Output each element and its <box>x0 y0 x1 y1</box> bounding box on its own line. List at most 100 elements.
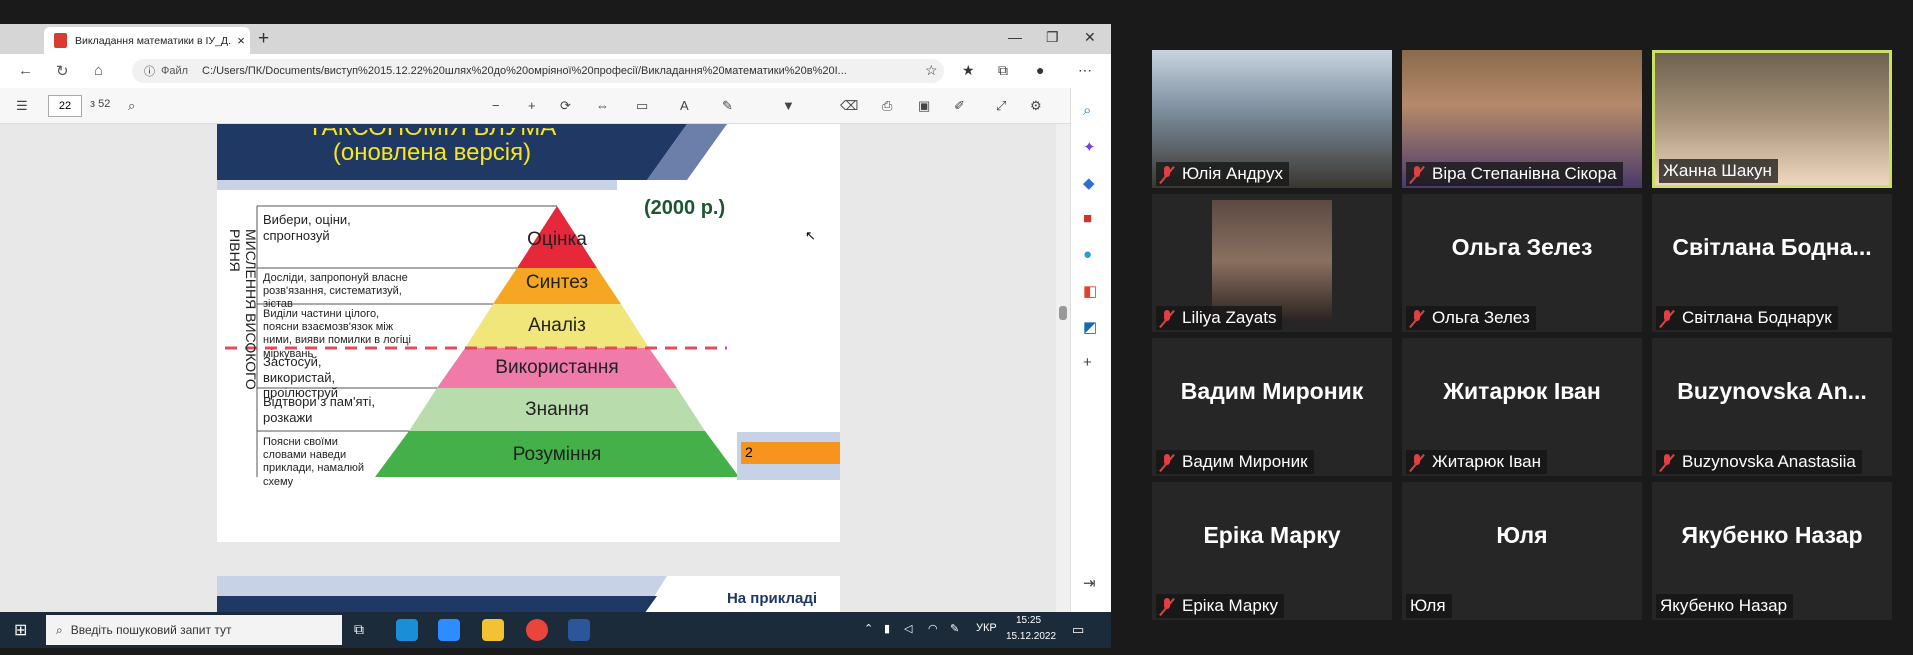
participant-tile[interactable]: Житарюк Іван Житарюк Іван <box>1402 338 1642 476</box>
home-icon[interactable]: ⌂ <box>94 62 103 79</box>
maximize-button[interactable]: ❐ <box>1046 29 1059 46</box>
participant-name-label: Юля <box>1406 594 1452 618</box>
page-number-input[interactable]: 22 <box>48 95 82 117</box>
tools-icon[interactable]: ■ <box>1083 210 1092 227</box>
participant-name-label: Вадим Мироник <box>1156 450 1314 474</box>
scrollbar[interactable] <box>1056 124 1070 624</box>
clock-date[interactable]: 15.12.2022 <box>1006 631 1056 642</box>
taskbar-search[interactable]: ⌕ Введіть пошуковий запит тут <box>46 615 342 645</box>
close-window-button[interactable]: ✕ <box>1084 29 1096 46</box>
muted-mic-icon <box>1410 309 1424 327</box>
close-tab-icon[interactable]: × <box>232 33 250 48</box>
back-icon[interactable]: ← <box>18 62 33 79</box>
pyramid-level-label: Синтез <box>525 272 589 293</box>
pyramid-level-label: Аналіз <box>528 315 586 336</box>
windows-start-icon[interactable]: ⊞ <box>14 620 27 640</box>
edge-app-icon[interactable] <box>396 619 418 641</box>
task-view-icon[interactable]: ⧉ <box>354 621 364 638</box>
participant-tile[interactable]: Світлана Бодна... Світлана Боднарук <box>1652 194 1892 332</box>
participant-name-label: Віра Степанівна Сікора <box>1406 162 1623 186</box>
search-sidebar-icon[interactable]: ⌕ <box>1083 102 1091 119</box>
network-icon[interactable]: ◠ <box>928 622 938 635</box>
highlight-icon[interactable]: ▼ <box>782 98 795 113</box>
draw-icon[interactable]: ✎ <box>722 98 733 114</box>
zoom-out-icon[interactable]: − <box>492 98 500 113</box>
save-as-icon[interactable]: ✐ <box>954 98 965 114</box>
participant-tile[interactable]: Вадим Мироник Вадим Мироник <box>1152 338 1392 476</box>
participant-tile[interactable]: Еріка Марку Еріка Марку <box>1152 482 1392 620</box>
participant-display-name: Еріка Марку <box>1203 522 1341 548</box>
favorites-icon[interactable]: ★ <box>962 62 975 79</box>
add-icon[interactable]: + <box>1083 354 1092 371</box>
zoom-app-icon[interactable] <box>438 619 460 641</box>
minimize-button[interactable]: — <box>1008 29 1022 45</box>
participant-name: Житарюк Іван <box>1432 452 1542 471</box>
page-count: з 52 <box>90 98 111 110</box>
muted-mic-icon <box>1160 453 1174 471</box>
save-icon[interactable]: ▣ <box>918 98 930 114</box>
refresh-icon[interactable]: ↻ <box>56 62 69 80</box>
print-icon[interactable]: ⎙ <box>882 98 892 114</box>
word-app-icon[interactable] <box>568 619 590 641</box>
participant-tile[interactable]: Юля Юля <box>1402 482 1642 620</box>
contents-icon[interactable]: ☰ <box>16 98 28 114</box>
scroll-thumb[interactable] <box>1059 306 1067 320</box>
participant-name-label: Buzynovska Anastasiia <box>1656 450 1862 474</box>
clock-time[interactable]: 15:25 <box>1016 615 1041 626</box>
new-tab-button[interactable]: + <box>258 28 269 50</box>
pyramid-level-desc: Досліди, запропонуй власне розв'язання, … <box>263 272 408 311</box>
participant-display-name: Світлана Бодна... <box>1672 234 1872 260</box>
participant-display-name: Buzynovska An... <box>1677 378 1867 404</box>
fit-icon[interactable]: ⇔ <box>596 98 609 113</box>
speaker-icon[interactable]: ◁ <box>904 622 912 635</box>
participant-name-label: Ольга Зелез <box>1406 306 1536 330</box>
page-view-icon[interactable]: ▭ <box>636 98 648 114</box>
pen-icon[interactable]: ✎ <box>950 622 959 635</box>
participant-name-label: Жанна Шакун <box>1659 159 1778 183</box>
language-indicator[interactable]: УКР <box>976 622 997 634</box>
browser-tab[interactable]: Викладання математики в ІУ_Д... × <box>44 27 250 54</box>
mic-tray-icon[interactable]: ▮ <box>884 622 890 635</box>
participant-name: Юлія Андрух <box>1182 164 1283 183</box>
pyramid-level-desc: Вибери, оціни, спрогнозуй <box>263 212 351 243</box>
slide-title: ТАКСОНОМІЯ БЛУМА(оновлена версія) <box>308 128 556 166</box>
participant-tile[interactable]: Жанна Шакун <box>1652 50 1892 188</box>
slide-year: (2000 р.) <box>644 197 726 219</box>
settings-icon[interactable]: ⚙ <box>1030 98 1042 114</box>
participant-tile[interactable]: Віра Степанівна Сікора <box>1402 50 1642 188</box>
slide-page: ТАКСОНОМІЯ БЛУМА(оновлена версія) (2000 … <box>217 124 840 542</box>
fullscreen-icon[interactable]: ⤢ <box>996 98 1006 114</box>
muted-mic-icon <box>1160 165 1174 183</box>
pyramid-level-desc: Поясни своїми словами наведи приклади, н… <box>263 436 365 488</box>
outlook-icon[interactable]: ◩ <box>1083 318 1097 336</box>
explorer-app-icon[interactable] <box>482 619 504 641</box>
zoom-in-icon[interactable]: + <box>528 98 536 113</box>
copilot-icon[interactable]: ✦ <box>1083 138 1096 156</box>
tray-arrow-icon[interactable]: ⌃ <box>864 622 873 635</box>
participant-tile[interactable]: Юлія Андрух <box>1152 50 1392 188</box>
collections-icon[interactable]: ⧉ <box>998 62 1008 79</box>
erase-icon[interactable]: ⌫ <box>840 98 858 114</box>
sidebar-toggle-icon[interactable]: ⇥ <box>1083 574 1096 592</box>
url-field[interactable]: ⓘ Файл C:/Users/ПК/Documents/виступ%2015.1… <box>132 59 944 83</box>
profile-icon[interactable]: ● <box>1036 62 1044 78</box>
read-aloud-icon[interactable]: A <box>680 98 689 113</box>
muted-mic-icon <box>1410 453 1424 471</box>
participant-tile[interactable]: Ольга Зелез Ольга Зелез <box>1402 194 1642 332</box>
participant-tile[interactable]: Buzynovska An... Buzynovska Anastasiia <box>1652 338 1892 476</box>
office-icon[interactable]: ◧ <box>1083 282 1097 300</box>
rotate-icon[interactable]: ⟳ <box>560 98 571 114</box>
favorite-icon[interactable]: ☆ <box>925 62 938 79</box>
more-icon[interactable]: ⋯ <box>1078 62 1092 79</box>
search-icon[interactable]: ⌕ <box>128 98 135 114</box>
pdf-viewer[interactable]: ТАКСОНОМІЯ БЛУМА(оновлена версія) (2000 … <box>0 124 1070 624</box>
participant-tile[interactable]: Якубенко Назар Якубенко Назар <box>1652 482 1892 620</box>
games-icon[interactable]: ● <box>1083 246 1092 263</box>
participant-tile[interactable]: Liliya Zayats <box>1152 194 1392 332</box>
tag-icon[interactable]: ◆ <box>1083 174 1095 192</box>
chrome-app-icon[interactable] <box>526 619 548 641</box>
participant-display-name: Якубенко Назар <box>1681 522 1863 548</box>
participant-name: Якубенко Назар <box>1660 596 1788 615</box>
participant-name: Ольга Зелез <box>1432 308 1530 327</box>
notifications-icon[interactable]: ▭ <box>1072 622 1084 638</box>
